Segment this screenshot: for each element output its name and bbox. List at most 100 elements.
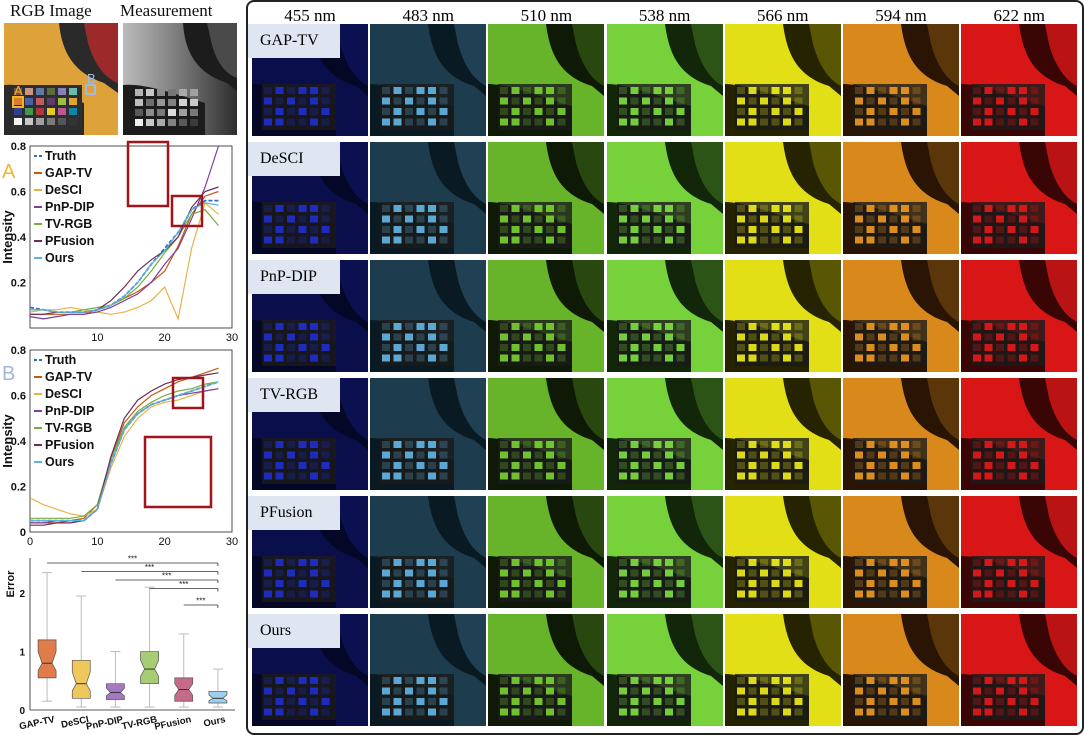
checker-patch (878, 677, 886, 684)
checker-patch (736, 354, 745, 362)
checker-patch (901, 118, 909, 126)
checker-patch (618, 451, 627, 459)
checker-patch (855, 97, 863, 105)
checker-patch (1019, 226, 1028, 233)
checker-patch (759, 97, 768, 105)
checker-patch (664, 97, 673, 105)
checker-patch (557, 108, 566, 115)
checker-patch (275, 441, 284, 448)
checker-patch (264, 323, 272, 330)
checker-patch (534, 580, 543, 587)
checker-patch (439, 451, 448, 459)
checker-patch (878, 569, 886, 577)
checker-patch (557, 344, 566, 351)
checker-patch (405, 451, 414, 459)
checker-patch (1007, 97, 1016, 105)
checker-patch (866, 472, 875, 480)
checker-patch (618, 569, 627, 577)
checker-patch (889, 569, 898, 577)
method-label: TV-RGB (248, 378, 340, 412)
checker-patch (771, 215, 780, 223)
checker-patch (310, 333, 318, 341)
checker-patch (382, 677, 391, 684)
checker-patch (264, 687, 272, 695)
checker-patch (1030, 462, 1039, 469)
checker-patch (653, 687, 662, 695)
checker-patch (428, 472, 437, 480)
checker-patch (321, 708, 330, 716)
checker-patch (523, 236, 532, 244)
checker-patch (878, 333, 886, 341)
category-label: Ours (203, 714, 227, 729)
checker-patch (511, 580, 520, 587)
checker-patch (866, 441, 875, 448)
checker-patch (878, 236, 886, 244)
checker-patch (546, 687, 555, 695)
checker-patch (759, 708, 768, 716)
checker-patch (984, 698, 993, 705)
checker-patch (855, 344, 863, 351)
checker-patch (984, 333, 993, 341)
checker-patch (866, 118, 875, 126)
checker-patch (736, 323, 745, 330)
checker-patch (748, 569, 757, 577)
checker-patch (382, 451, 391, 459)
checker-patch (287, 687, 295, 695)
checker-patch (641, 698, 650, 705)
checker-patch (405, 472, 414, 480)
checker-patch (321, 472, 330, 480)
checker-patch (771, 559, 780, 566)
checker-patch (630, 97, 639, 105)
checker-patch (321, 569, 330, 577)
checker-patch (889, 677, 898, 684)
checker-patch (630, 205, 639, 212)
checker-patch (287, 236, 295, 244)
checker-patch (534, 344, 543, 351)
checker-patch (664, 677, 673, 684)
checker-patch (439, 323, 448, 330)
checker-patch (275, 118, 284, 126)
legend-entry: PFusion (45, 234, 94, 248)
checker-patch (889, 451, 898, 459)
checker-patch (546, 215, 555, 223)
checker-patch (1007, 333, 1016, 341)
checker-patch (901, 108, 909, 115)
checker-patch (287, 323, 295, 330)
wavelength-label: 510 nm (520, 6, 573, 25)
checker-patch (973, 590, 982, 598)
checker-patch (264, 677, 272, 684)
checker-patch (393, 205, 402, 212)
checker-patch (416, 323, 425, 330)
checker-patch (748, 677, 757, 684)
checker-patch (630, 215, 639, 223)
checker-patch (618, 580, 627, 587)
checker-patch (855, 205, 863, 212)
checker-patch (298, 205, 307, 212)
y-tick-label: 1 (19, 648, 25, 659)
spectral-cell (843, 614, 959, 726)
checker-patch (439, 118, 448, 126)
checker-patch (889, 472, 898, 480)
checker-patch (1007, 226, 1016, 233)
measurement-patch (190, 99, 198, 106)
measurement-patch (190, 109, 198, 116)
checker-patch (511, 677, 520, 684)
checker-patch (855, 462, 863, 469)
checker-patch (889, 323, 898, 330)
checker-patch (630, 451, 639, 459)
spectral-cell (843, 24, 959, 136)
checker-patch (382, 226, 391, 233)
checker-patch (878, 590, 886, 598)
checker-patch (546, 559, 555, 566)
checker-patch (912, 698, 921, 705)
checker-patch (393, 215, 402, 223)
zoom-box (126, 140, 170, 208)
checker-patch (641, 441, 650, 448)
measurement-patch (146, 99, 154, 106)
checker-patch (618, 344, 627, 351)
checker-patch (546, 441, 555, 448)
checker-patch (664, 590, 673, 598)
checker-patch (546, 472, 555, 480)
checker-patch (264, 97, 272, 105)
checker-patch (393, 472, 402, 480)
